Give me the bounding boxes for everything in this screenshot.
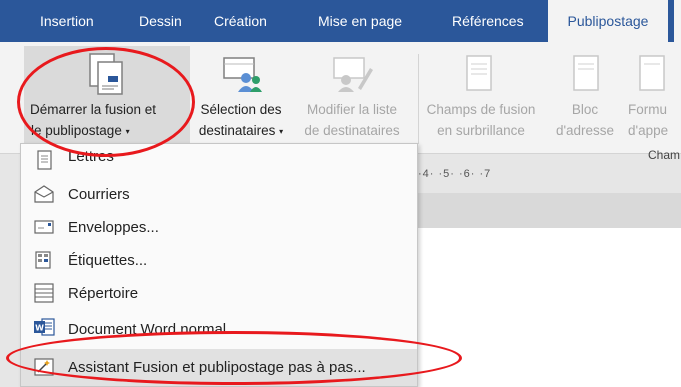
envelope-icon (34, 220, 54, 234)
document-gutter (418, 193, 681, 228)
annotation-circle-start-merge (17, 47, 195, 157)
select-recipients-icon (223, 57, 262, 92)
word-document-icon: W (34, 318, 55, 336)
menu-item-directory[interactable]: Répertoire (21, 277, 417, 310)
menu-item-labels[interactable]: Étiquettes... (21, 244, 417, 277)
menu-item-label: Étiquettes... (68, 252, 148, 269)
address-block-button[interactable]: Bloc d'adresse (546, 46, 624, 146)
tab-creation[interactable]: Création (214, 0, 267, 42)
address-block-label-1: Bloc (571, 102, 599, 117)
select-recipients-label-2: destinataires (198, 123, 276, 138)
horizontal-ruler: ·4· ·5· ·6· ·7 (418, 168, 492, 180)
menu-item-emails[interactable]: Courriers (21, 178, 417, 211)
select-recipients-label-1: Sélection des (200, 102, 282, 117)
tab-publipostage[interactable]: Publipostage (548, 0, 668, 42)
greeting-line-button[interactable]: Formu d'appe (626, 46, 681, 146)
svg-text:W: W (35, 324, 44, 333)
menu-item-label: Répertoire (68, 285, 139, 302)
email-icon (34, 185, 54, 203)
ribbon-tab-bar: Insertion Dessin Création Mise en page R… (0, 0, 681, 42)
menu-item-label: Enveloppes... (68, 219, 159, 236)
edit-list-label-1: Modifier la liste (306, 102, 398, 117)
annotation-ellipse-wizard (6, 331, 462, 385)
edit-list-label-2: de destinataires (304, 123, 400, 138)
greeting-line-icon (639, 55, 665, 91)
menu-item-label: Courriers (68, 186, 130, 203)
edit-recipient-list-button[interactable]: Modifier la liste de destinataires (294, 46, 410, 146)
formula-label-2: d'appe (628, 123, 669, 138)
edit-recipient-list-icon (333, 57, 373, 92)
highlight-merge-fields-button[interactable]: Champs de fusion en surbrillance (421, 46, 541, 146)
highlight-fields-label-2: en surbrillance (437, 123, 525, 138)
select-recipients-button[interactable]: Sélection des destinataires ▾ (190, 46, 292, 146)
highlight-fields-label-1: Champs de fusion (426, 102, 536, 117)
address-block-label-2: d'adresse (555, 123, 615, 138)
labels-icon (35, 251, 51, 269)
highlight-fields-icon (466, 55, 492, 91)
dropdown-arrow-icon: ▾ (279, 126, 284, 136)
menu-item-envelopes[interactable]: Enveloppes... (21, 211, 417, 244)
tab-dessin[interactable]: Dessin (139, 0, 182, 42)
group-separator (418, 54, 419, 144)
letter-icon (37, 150, 52, 170)
directory-icon (34, 283, 54, 303)
tab-insertion[interactable]: Insertion (40, 0, 94, 42)
tab-next-partial (674, 0, 681, 42)
formula-label-1: Formu (628, 102, 668, 117)
address-block-icon (573, 55, 599, 91)
tab-references[interactable]: Références (452, 0, 524, 42)
tab-mise-en-page[interactable]: Mise en page (318, 0, 402, 42)
